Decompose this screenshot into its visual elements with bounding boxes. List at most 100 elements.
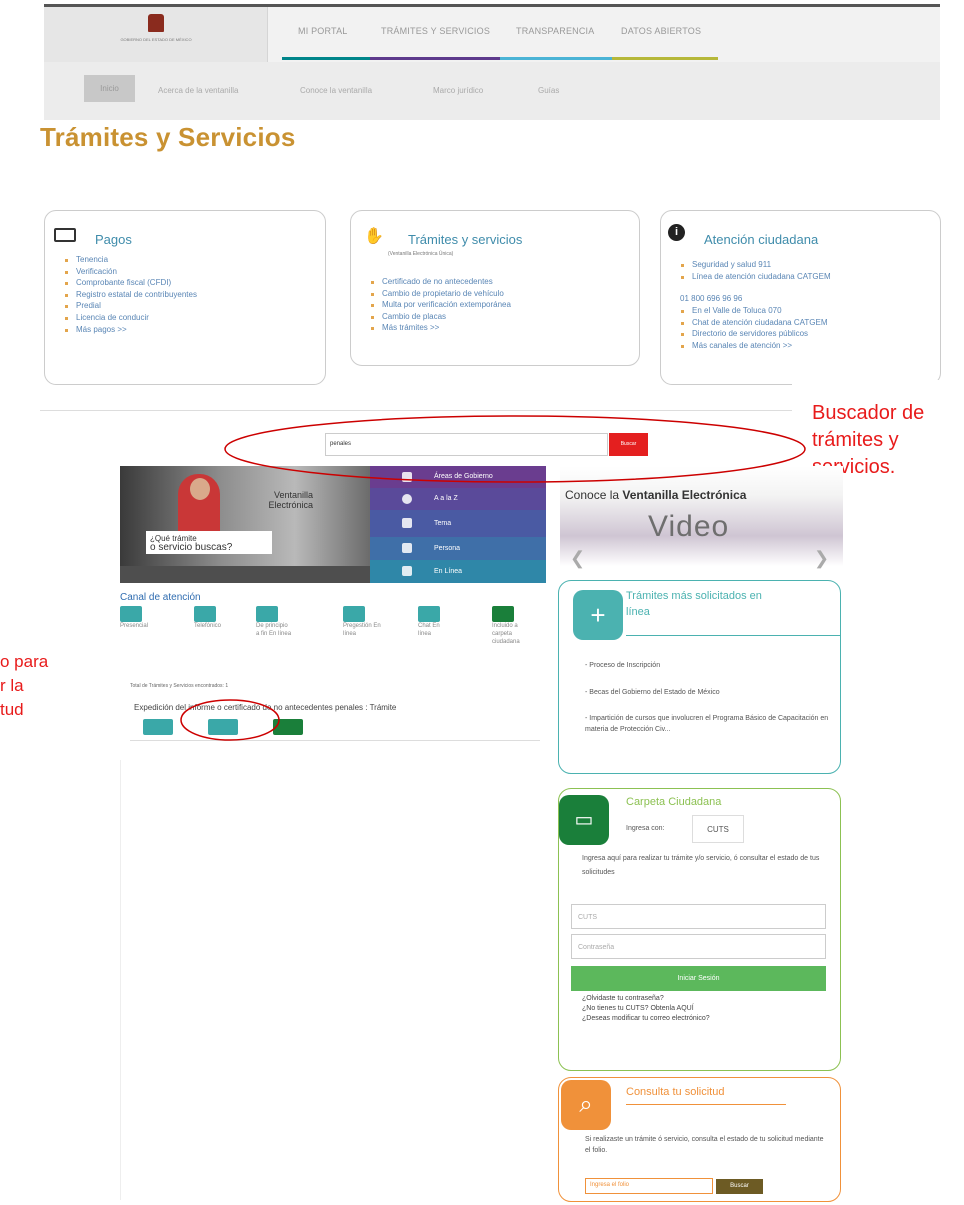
video-title: Conoce la Ventanilla Electrónica [565,488,747,502]
ventanilla-logo: Ventanilla Electrónica [268,490,313,510]
menu-a-z[interactable]: A a la Z [370,488,546,510]
result-presencial-icon[interactable] [143,719,173,735]
subnav-conoce[interactable]: Conoce la ventanilla [300,86,372,95]
tramites-link[interactable]: Cambio de propietario de vehículo [368,288,511,300]
mas-solicitados-title: Trámites más solicitados en línea [626,590,762,618]
folio-input[interactable]: Ingresa el folio [585,1178,713,1194]
magnifier-icon: ⌕ [561,1080,611,1130]
canal-carpeta[interactable]: Incluido a carpeta ciudadana [492,606,536,646]
password-input[interactable]: Contraseña [571,934,826,959]
canal-presencial[interactable]: Presencial [120,606,168,630]
consulta-rule [626,1104,786,1105]
menu-persona[interactable]: Persona [370,537,546,560]
info-icon: i [668,224,685,241]
process-icon [256,606,278,622]
mas-solicitados-item[interactable]: - Proceso de Inscripción [585,661,660,672]
card-pagos-title: Pagos [95,232,132,247]
presencial-icon [120,606,142,622]
monitor-icon [402,566,412,576]
forgot-password-link[interactable]: ¿Olvidaste tu contraseña? [582,994,710,1004]
video-word: Video [648,510,730,543]
tramites-link[interactable]: Más trámites >> [368,322,511,334]
banner-strip [120,566,370,583]
subnav-acerca[interactable]: Acerca de la ventanilla [158,86,239,95]
atencion-link[interactable]: Directorio de servidores públicos [678,328,827,340]
nav-tramites-servicios[interactable]: TRÁMITES Y SERVICIOS [381,26,490,36]
page-title: Trámites y Servicios [40,122,296,152]
nav-underline-mi-portal [282,57,370,60]
nav-underline-tramites [370,57,500,60]
canal-principio-fin[interactable]: De principio a fin En línea [256,606,292,638]
canal-telefonico[interactable]: Telefónico [194,606,242,630]
carpeta-links: ¿Olvidaste tu contraseña? ¿No tienes tu … [582,994,710,1024]
nav-transparencia[interactable]: TRANSPARENCIA [516,26,594,36]
tramites-link[interactable]: Certificado de no antecedentes [368,276,511,288]
atencion-link[interactable]: En el Valle de Toluca 070 [678,305,827,317]
folder-icon [492,606,514,622]
login-button[interactable]: Iniciar Sesión [571,966,826,991]
subnav-guias[interactable]: Guías [538,86,559,95]
carpeta-ingresa-label: Ingresa con: [626,825,665,832]
list-icon [402,518,412,528]
plus-icon: + [573,590,623,640]
atencion-link[interactable]: Chat de atención ciudadana CATGEM [678,317,827,329]
annotation-acceso: o para r la tud [0,652,49,719]
subnav-marco[interactable]: Marco jurídico [433,86,483,95]
menu-tema[interactable]: Tema [370,510,546,537]
canal-title: Canal de atención [120,592,201,603]
pagos-link[interactable]: Comprobante fiscal (CFDI) [62,277,197,289]
annotation-ellipse-result [180,699,280,741]
pagos-link[interactable]: Predial [62,300,197,312]
get-cuts-link[interactable]: ¿No tienes tu CUTS? Obtenla AQUÍ [582,1004,710,1014]
modify-email-link[interactable]: ¿Deseas modificar tu correo electrónico? [582,1014,710,1024]
card-atencion-title: Atención ciudadana [704,232,819,247]
carpeta-title: Carpeta Ciudadana [626,796,722,808]
banner-question: ¿Qué trámite o servicio buscas? [146,531,272,554]
canal-pregestion[interactable]: Pregestión En línea [343,606,381,638]
carpeta-desc: Ingresa aquí para realizar tu trámite y/… [582,855,820,876]
pagos-link[interactable]: Verificación [62,266,197,278]
canal-chat[interactable]: Chat En línea [418,606,448,638]
pagos-link[interactable]: Más pagos >> [62,324,197,336]
folder-icon: ▭ [559,795,609,845]
left-border [120,760,121,1200]
nav-mi-portal[interactable]: MI PORTAL [298,26,347,36]
card-tramites-title: Trámites y servicios [408,232,523,247]
money-icon [54,228,76,242]
tramites-link[interactable]: Cambio de placas [368,311,511,323]
card-tramites-subtitle: (Ventanilla Electrónica Única) [388,251,454,257]
cuts-input[interactable]: CUTS [571,904,826,929]
annotation-ellipse-search [224,415,806,483]
logo-emblem-icon [148,14,164,32]
atencion-phone[interactable]: 01 800 696 96 96 [680,294,742,303]
consulta-desc: Si realizaste un trámite ó servicio, con… [585,1136,824,1154]
cuts-badge: CUTS [692,815,744,843]
subnav-inicio[interactable]: Inicio [84,75,135,102]
consulta-title: Consulta tu solicitud [626,1086,725,1098]
pagos-link[interactable]: Tenencia [62,254,197,266]
chat-icon [418,606,440,622]
mas-solicitados-item[interactable]: - Impartición de cursos que involucren e… [585,714,840,735]
pagos-link[interactable]: Registro estatal de contribuyentes [62,289,197,301]
phone-icon [194,606,216,622]
pagos-link[interactable]: Licencia de conducir [62,312,197,324]
logo-text: GOBIERNO DEL ESTADO DE MÉXICO [120,37,192,42]
menu-en-linea[interactable]: En Línea [370,560,546,583]
banner-person-head [190,478,210,500]
mas-solicitados-rule [626,635,840,636]
pregestion-icon [343,606,365,622]
nav-underline-transparencia [500,57,612,60]
section-divider [40,410,792,411]
az-icon [402,494,412,504]
handshake-icon: ✋ [364,228,384,245]
atencion-link[interactable]: Seguridad y salud 911 [678,259,831,271]
mas-solicitados-item[interactable]: - Becas del Gobierno del Estado de Méxic… [585,688,720,699]
atencion-link[interactable]: Línea de atención ciudadana CATGEM [678,271,831,283]
chevron-left-icon[interactable]: ❮ [570,548,585,569]
atencion-link[interactable]: Más canales de atención >> [678,340,827,352]
folio-search-button[interactable]: Buscar [716,1179,763,1194]
results-count: Total de Trámites y Servicios encontrado… [130,683,229,689]
nav-datos-abiertos[interactable]: DATOS ABIERTOS [621,26,701,36]
chevron-right-icon[interactable]: ❯ [814,548,829,569]
tramites-link[interactable]: Multa por verificación extemporánea [368,299,511,311]
